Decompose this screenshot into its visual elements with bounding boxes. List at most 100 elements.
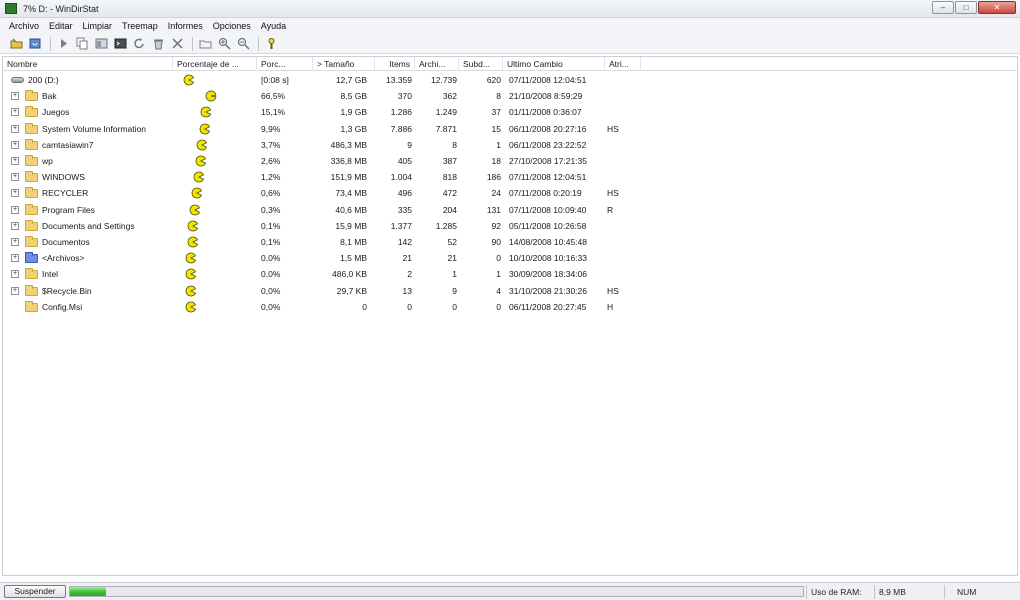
zoom-in-icon xyxy=(218,37,231,50)
table-row[interactable]: + Bak 66,5% 8,5 GB 370 362 8 21/10/2008 8:59:29 xyxy=(3,88,1017,104)
table-row[interactable]: 200 (D:) [0:08 s] 12,7 GB 13.359 12.739 620 07… xyxy=(3,72,1017,88)
column-header-items[interactable]: Items xyxy=(375,57,415,71)
table-row[interactable]: + System Volume Information 9,9% 1,3 GB 7.88… xyxy=(3,121,1017,137)
directory-list[interactable]: Nombre Porcentaje de ... Porc... > Tamañ… xyxy=(2,56,1018,576)
play-button[interactable] xyxy=(55,36,72,52)
row-name: wp xyxy=(42,156,53,166)
row-attributes xyxy=(607,169,637,185)
table-row[interactable]: + Intel 0,0% 486,0 KB 2 1 1 30/09/2008 18:34:06 xyxy=(3,266,1017,282)
row-percent: 0,0% xyxy=(261,285,281,296)
menu-item-opciones[interactable]: Opciones xyxy=(208,21,256,31)
expand-toggle[interactable]: + xyxy=(11,124,19,133)
menu-item-treemap[interactable]: Treemap xyxy=(117,21,163,31)
percentage-pacman-icon xyxy=(185,252,197,264)
expand-toggle[interactable]: + xyxy=(11,286,19,295)
percentage-bar xyxy=(187,234,201,250)
row-files: 204 xyxy=(442,204,457,215)
column-header-subdirs[interactable]: Subd... xyxy=(459,57,503,71)
table-row[interactable]: + Juegos 15,1% 1,9 GB 1.286 1.249 37 01/11/2008… xyxy=(3,104,1017,120)
table-row[interactable]: + camtasiawin7 3,7% 486,3 MB 9 8 1 06/11/2008 2… xyxy=(3,137,1017,153)
expand-toggle[interactable]: + xyxy=(11,157,19,165)
close-button[interactable]: ✕ xyxy=(978,1,1016,14)
copy-button[interactable] xyxy=(74,36,91,52)
table-row[interactable]: + RECYCLER 0,6% 73,4 MB 496 472 24 07/11/2008 0… xyxy=(3,185,1017,201)
expand-toggle[interactable]: + xyxy=(11,238,19,246)
suspend-button[interactable]: Suspender xyxy=(4,585,66,598)
row-attributes: HS xyxy=(607,188,619,199)
row-percent: 15,1% xyxy=(261,107,286,118)
percentage-bar xyxy=(193,169,207,185)
expand-toggle[interactable]: + xyxy=(11,270,19,279)
open-folder-button[interactable] xyxy=(8,36,25,52)
folder-icon xyxy=(25,203,38,215)
row-subdirs: 90 xyxy=(491,237,501,247)
row-items: 370 xyxy=(397,91,412,102)
column-header-size[interactable]: > Tamaño xyxy=(313,57,375,71)
expand-toggle[interactable]: + xyxy=(11,140,19,149)
explorer-button[interactable] xyxy=(93,36,110,52)
row-attributes: H xyxy=(607,301,614,312)
expand-toggle[interactable]: + xyxy=(11,221,19,230)
help-button[interactable] xyxy=(263,36,280,52)
toolbar-separator xyxy=(258,36,259,51)
row-name: <Archivos> xyxy=(42,253,85,264)
table-row[interactable]: + Program Files 0,3% 40,6 MB 335 204 131 07/11/… xyxy=(3,202,1017,218)
expand-toggle[interactable]: + xyxy=(11,189,19,198)
menu-item-ayuda[interactable]: Ayuda xyxy=(256,21,291,31)
folder-icon xyxy=(25,219,38,231)
refresh-button[interactable] xyxy=(27,36,44,52)
expand-toggle[interactable]: + xyxy=(11,205,19,214)
recycle-icon xyxy=(154,39,163,50)
maximize-button[interactable]: □ xyxy=(955,1,977,14)
undo-icon xyxy=(134,38,144,49)
table-row[interactable]: + Documentos 0,1% 8,1 MB 142 52 90 14/08/2008 1… xyxy=(3,234,1017,250)
windirstat-app-icon xyxy=(5,3,17,14)
column-header-name[interactable]: Nombre xyxy=(3,57,173,71)
row-items: 13.359 xyxy=(386,75,412,85)
row-size: 486,0 KB xyxy=(332,269,367,280)
recycle-button[interactable] xyxy=(150,36,167,52)
column-header-attributes[interactable]: Atri... xyxy=(605,57,641,71)
row-last-change: 07/11/2008 12:04:51 xyxy=(509,75,587,85)
percentage-bar xyxy=(205,88,219,104)
command-prompt-button[interactable] xyxy=(112,36,129,52)
row-items: 1.377 xyxy=(390,220,412,231)
undo-button[interactable] xyxy=(131,36,148,52)
row-subdirs: 1 xyxy=(496,139,501,150)
expand-toggle[interactable]: + xyxy=(11,108,19,117)
row-attributes xyxy=(607,104,637,120)
menu-item-archivo[interactable]: Archivo xyxy=(4,21,44,31)
table-row[interactable]: + wp 2,6% 336,8 MB 405 387 18 27/10/2008 17:21:… xyxy=(3,153,1017,169)
percentage-pacman-icon xyxy=(195,155,207,167)
row-name: camtasiawin7 xyxy=(42,139,94,150)
percentage-bar xyxy=(183,72,197,88)
new-folder-button[interactable] xyxy=(197,36,214,52)
row-last-change: 07/11/2008 10:09:40 xyxy=(509,204,587,215)
table-row[interactable]: + WINDOWS 1,2% 151,9 MB 1.004 818 186 07/11/200… xyxy=(3,169,1017,185)
menu-item-editar[interactable]: Editar xyxy=(44,21,78,31)
row-size: 486,3 MB xyxy=(330,139,367,150)
zoom-out-button[interactable] xyxy=(235,36,252,52)
menu-item-informes[interactable]: Informes xyxy=(163,21,208,31)
row-items: 142 xyxy=(397,237,412,247)
table-row[interactable]: + <Archivos> 0,0% 1,5 MB 21 21 0 10/10/2008 10:… xyxy=(3,250,1017,266)
column-header-last-change[interactable]: Ultimo Cambio xyxy=(503,57,605,71)
table-row[interactable]: + $Recycle.Bin 0,0% 29,7 KB 13 9 4 31/10/2008 2… xyxy=(3,283,1017,299)
row-subdirs: 18 xyxy=(491,156,501,166)
expand-toggle[interactable]: + xyxy=(11,254,19,263)
column-header-percent-bar[interactable]: Porcentaje de ... xyxy=(173,57,257,71)
column-header-files[interactable]: Archi... xyxy=(415,57,459,71)
table-row[interactable]: + Documents and Settings 0,1% 15,9 MB 1.377 1… xyxy=(3,218,1017,234)
column-header-percent[interactable]: Porc... xyxy=(257,57,313,71)
expand-toggle[interactable]: + xyxy=(11,173,19,182)
row-files: 52 xyxy=(447,237,457,247)
row-size: 8,5 GB xyxy=(340,91,367,102)
zoom-in-button[interactable] xyxy=(216,36,233,52)
menu-item-limpiar[interactable]: Limpiar xyxy=(78,21,118,31)
title-bar[interactable]: 7% D: - WinDirStat – □ ✕ xyxy=(0,0,1020,18)
delete-button[interactable] xyxy=(169,36,186,52)
table-row[interactable]: Config.Msi 0,0% 0 0 0 0 06/11/2008 20:27:45 H xyxy=(3,299,1017,315)
minimize-button[interactable]: – xyxy=(932,1,954,14)
percentage-bar xyxy=(185,299,199,315)
expand-toggle[interactable]: + xyxy=(11,92,19,101)
